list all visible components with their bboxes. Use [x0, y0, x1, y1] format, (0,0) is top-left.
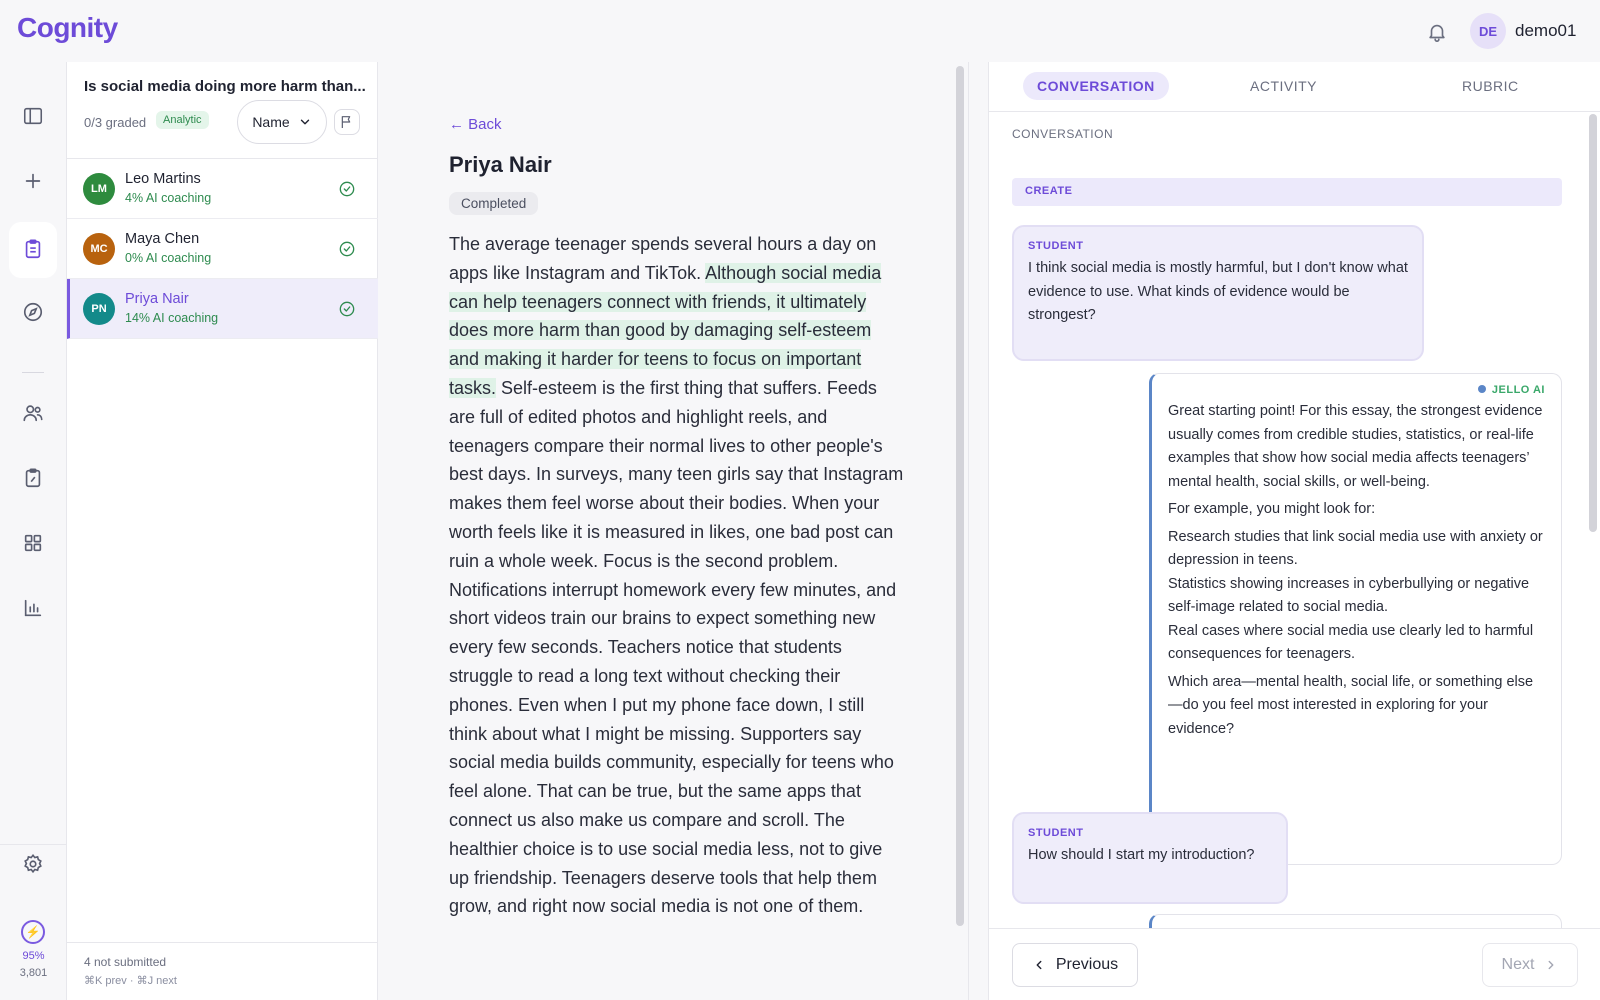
student-avatar: LM [83, 173, 115, 205]
student-avatar: MC [83, 233, 115, 265]
tab-conversation[interactable]: CONVERSATION [1023, 72, 1169, 100]
message-text: How should I start my introduction? [1028, 847, 1255, 863]
chart-icon[interactable] [22, 597, 44, 619]
compass-icon[interactable] [22, 301, 44, 323]
student-name: Leo Martins [125, 171, 201, 187]
nav-rail: ⚡ 95% 3,801 [0, 62, 67, 1000]
message-text: I think social media is mostly harmful, … [1028, 260, 1408, 323]
avatar[interactable]: DE [1470, 13, 1506, 49]
next-label: Next [1501, 956, 1535, 973]
essay-student-name: Priya Nair [449, 152, 552, 177]
list-footer-divider [67, 942, 378, 943]
section-label: CONVERSATION [1012, 127, 1114, 141]
ai-message: JELLO AI Great starting point! For this … [1149, 373, 1562, 865]
check-circle-icon [339, 301, 355, 317]
flag-icon [339, 114, 355, 130]
panel-divider [968, 62, 969, 1000]
rail-divider [22, 372, 44, 373]
status-badge: Completed [449, 192, 539, 215]
student-name: Maya Chen [125, 231, 200, 247]
gear-icon[interactable] [22, 853, 44, 875]
essay-panel: ← Back Priya Nair Completed The average … [378, 62, 975, 1000]
grid-icon[interactable] [22, 532, 44, 554]
ai-message-partial [1149, 914, 1562, 928]
chevron-down-icon [298, 115, 312, 129]
ai-dot-icon [1477, 385, 1486, 393]
student-list-panel: Is social media doing more harm than... … [67, 62, 378, 1000]
student-avatar: PN [83, 293, 115, 325]
ai-coaching-percent: 14% AI coaching [125, 311, 219, 325]
message-role: JELLO AI [1168, 384, 1545, 396]
plus-icon[interactable] [22, 170, 44, 192]
clipboard-icon[interactable] [22, 238, 44, 260]
student-message: STUDENT I think social media is mostly h… [1012, 225, 1424, 361]
credits-percent: 95% [22, 950, 45, 962]
message-paragraph: Great starting point! For this essay, th… [1168, 403, 1543, 490]
check-circle-icon [339, 241, 355, 257]
bell-icon[interactable] [1426, 21, 1448, 43]
student-row[interactable]: LM Leo Martins 4% AI coaching [67, 159, 378, 219]
credits-count: 3,801 [19, 967, 48, 979]
sort-dropdown[interactable]: Name [237, 100, 327, 144]
previous-label: Previous [1055, 956, 1119, 973]
sort-label: Name [252, 114, 290, 130]
next-button[interactable]: Next [1482, 943, 1578, 987]
chevron-right-icon [1544, 958, 1558, 972]
student-row[interactable]: MC Maya Chen 0% AI coaching [67, 219, 378, 279]
ai-coaching-percent: 0% AI coaching [125, 251, 212, 265]
message-paragraph: For example, you might look for: [1168, 501, 1376, 517]
not-submitted-count: 4 not submitted [84, 955, 167, 969]
graded-count: 0/3 graded [84, 115, 147, 130]
message-paragraph: Statistics showing increases in cyberbul… [1168, 575, 1530, 616]
username[interactable]: demo01 [1515, 21, 1576, 41]
student-message: STUDENT How should I start my introducti… [1012, 812, 1288, 904]
essay-body: The average teenager spends several hour… [449, 230, 904, 921]
essay-scrollbar[interactable] [956, 66, 964, 926]
previous-button[interactable]: Previous [1012, 943, 1138, 987]
lightning-icon[interactable]: ⚡ [21, 920, 45, 944]
keyboard-shortcuts-hint: ⌘K prev · ⌘J next [84, 975, 177, 987]
message-paragraph: Research studies that link social media … [1168, 528, 1543, 569]
rubric-type-badge: Analytic [156, 111, 209, 129]
tab-activity[interactable]: ACTIVITY [1236, 72, 1331, 100]
conversation-footer: Previous Next [989, 928, 1600, 1000]
stage-bar: CREATE [1012, 178, 1562, 206]
flag-button[interactable] [334, 109, 360, 135]
rail-bottom-divider [0, 844, 67, 845]
essay-text: Self-esteem is the first thing that suff… [449, 377, 904, 917]
ai-coaching-percent: 4% AI coaching [125, 191, 212, 205]
student-name: Priya Nair [125, 291, 189, 307]
tab-bar: CONVERSATION ACTIVITY RUBRIC [989, 62, 1600, 112]
check-circle-icon [339, 181, 355, 197]
sidebar-toggle-icon[interactable] [22, 105, 44, 127]
student-row-selected[interactable]: PN Priya Nair 14% AI coaching [67, 279, 378, 339]
assignment-title: Is social media doing more harm than... [84, 78, 366, 95]
message-role: STUDENT [1028, 240, 1084, 252]
conversation-panel: CONVERSATION ACTIVITY RUBRIC CONVERSATIO… [988, 62, 1600, 1000]
chevron-left-icon [1032, 958, 1046, 972]
users-icon[interactable] [22, 402, 44, 424]
message-role: STUDENT [1028, 827, 1084, 839]
tab-rubric[interactable]: RUBRIC [1448, 72, 1533, 100]
logo[interactable]: Cognity [17, 12, 118, 44]
message-paragraph: Which area—mental health, social life, o… [1168, 673, 1534, 737]
conversation-scrollbar[interactable] [1589, 114, 1597, 532]
top-bar: Cognity DE demo01 [0, 0, 1600, 62]
message-paragraph: Real cases where social media use clearl… [1168, 622, 1534, 663]
back-link[interactable]: ← Back [449, 116, 502, 133]
lesson-icon[interactable] [22, 467, 44, 489]
